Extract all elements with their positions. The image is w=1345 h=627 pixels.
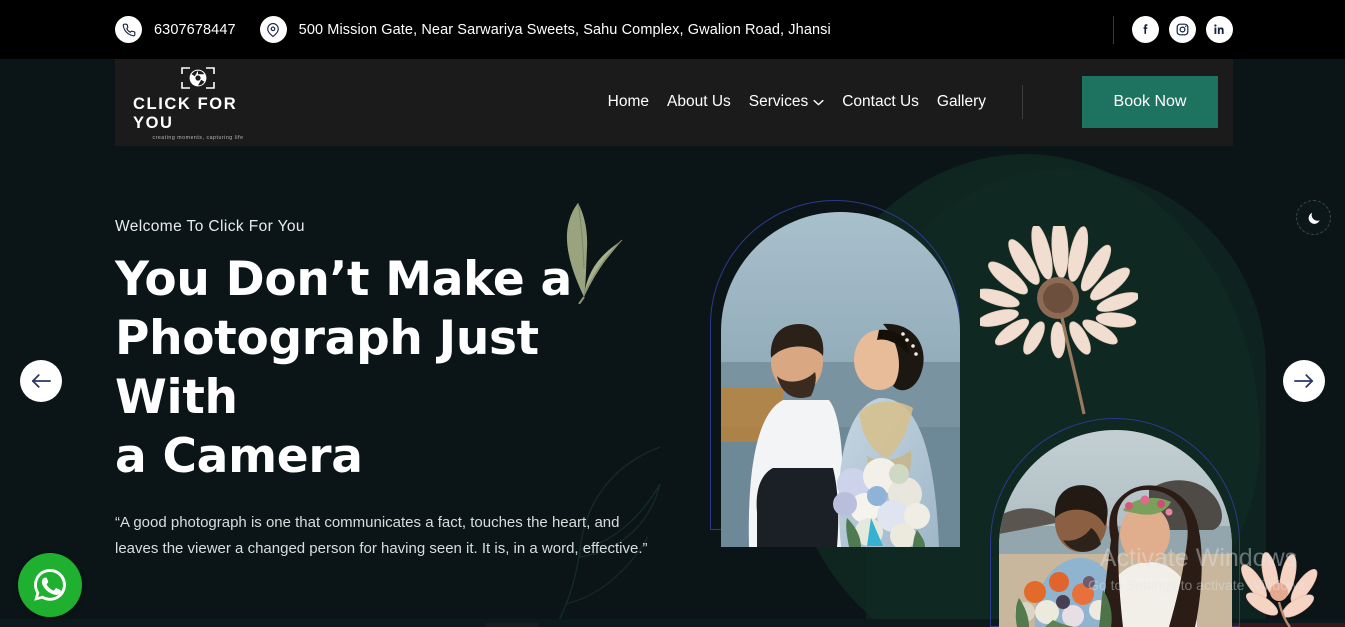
nav-item-home-label: Home bbox=[607, 93, 650, 110]
camera-aperture-icon bbox=[175, 63, 221, 93]
book-now-button[interactable]: Book Now bbox=[1082, 76, 1218, 128]
nav-item-gallery[interactable]: Gallery bbox=[937, 93, 986, 111]
page-root: 6307678447 500 Mission Gate, Near Sarwar… bbox=[0, 0, 1345, 627]
nav-item-contact-us-label: Contact Us bbox=[842, 93, 919, 110]
arrow-right-icon bbox=[1294, 374, 1314, 388]
nav-item-services-label: Services bbox=[748, 93, 809, 110]
arrow-left-icon bbox=[31, 374, 51, 388]
nav-item-contact-us[interactable]: Contact Us bbox=[842, 93, 919, 111]
hero-title-line-3: a Camera bbox=[115, 429, 363, 484]
facebook-icon[interactable] bbox=[1132, 16, 1159, 43]
address-contact[interactable]: 500 Mission Gate, Near Sarwariya Sweets,… bbox=[259, 16, 831, 43]
social-divider bbox=[1113, 15, 1114, 44]
phone-contact[interactable]: 6307678447 bbox=[115, 16, 236, 43]
carousel-next-button[interactable] bbox=[1283, 360, 1325, 402]
leaf-decoration bbox=[566, 202, 623, 304]
nav-menu: Home About Us Services Contact Us Galler… bbox=[608, 85, 1023, 119]
linkedin-icon[interactable] bbox=[1206, 16, 1233, 43]
dark-mode-toggle[interactable] bbox=[1296, 200, 1331, 235]
nav-item-about-us[interactable]: About Us bbox=[667, 93, 731, 111]
whatsapp-chat-button[interactable] bbox=[18, 553, 82, 617]
nav-item-services[interactable]: Services bbox=[749, 93, 824, 111]
instagram-icon[interactable] bbox=[1169, 16, 1196, 43]
map-pin-icon bbox=[259, 16, 287, 43]
nav-item-about-us-label: About Us bbox=[667, 93, 731, 110]
nav-item-home[interactable]: Home bbox=[608, 93, 649, 111]
whatsapp-icon bbox=[34, 568, 66, 601]
hero-title-line-2: Photograph Just With bbox=[115, 311, 539, 425]
site-logo[interactable]: CLICK FOR YOU creating moments, capturin… bbox=[133, 63, 263, 141]
nav-item-gallery-label: Gallery bbox=[936, 93, 986, 110]
phone-icon bbox=[115, 16, 142, 43]
social-links bbox=[1113, 0, 1233, 59]
small-flower-decoration bbox=[1241, 552, 1318, 627]
logo-name: CLICK FOR YOU bbox=[133, 95, 238, 132]
phone-number: 6307678447 bbox=[154, 21, 236, 38]
hero-photo-wedding-couple bbox=[721, 212, 960, 547]
nav-divider bbox=[1022, 85, 1023, 119]
moon-icon bbox=[1308, 212, 1320, 224]
top-contact-bar: 6307678447 500 Mission Gate, Near Sarwar… bbox=[0, 0, 1345, 59]
daisy-flower-decoration bbox=[980, 226, 1138, 415]
chevron-down-icon bbox=[813, 93, 824, 111]
address-text: 500 Mission Gate, Near Sarwariya Sweets,… bbox=[298, 21, 831, 38]
logo-tagline: creating moments, capturing life bbox=[152, 135, 244, 141]
hero-quote: “A good photograph is one that communica… bbox=[115, 514, 648, 557]
hero-title-line-1: You Don’t Make a bbox=[115, 252, 572, 307]
main-navbar: CLICK FOR YOU creating moments, capturin… bbox=[115, 58, 1233, 146]
carousel-prev-button[interactable] bbox=[20, 360, 62, 402]
